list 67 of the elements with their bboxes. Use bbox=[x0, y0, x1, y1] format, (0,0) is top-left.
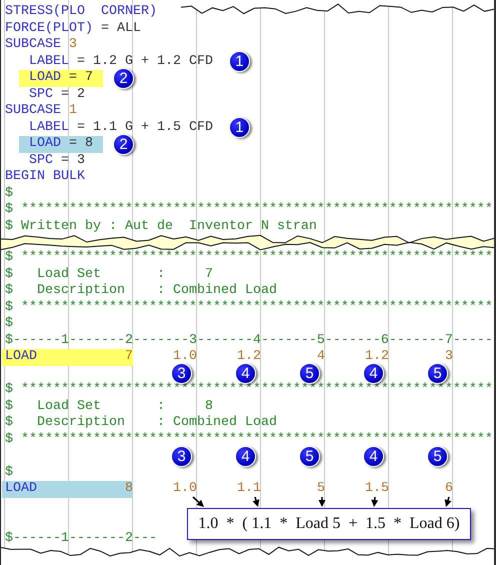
code-text: LABEL bbox=[29, 54, 69, 70]
code-text: SUBCASE bbox=[5, 103, 61, 120]
field-value: 1.2 bbox=[364, 349, 389, 366]
code-text: $ *********************************************************** bbox=[5, 202, 493, 218]
code-text: $ *********************************************************** bbox=[5, 250, 493, 266]
field-value: 8 bbox=[69, 481, 133, 498]
number-badge: 5 bbox=[299, 446, 320, 467]
number-badge: 4 bbox=[363, 446, 384, 467]
number-badge: 4 bbox=[235, 363, 256, 384]
number-badge: 2 bbox=[113, 68, 134, 89]
field-value: 5 bbox=[316, 481, 325, 498]
code-text: $ Load Set : 8 bbox=[5, 398, 213, 415]
code-text: LOAD bbox=[29, 70, 61, 86]
code-text: SPC bbox=[29, 152, 53, 169]
code-text: $ bbox=[5, 186, 13, 202]
code-text: LABEL bbox=[29, 120, 69, 136]
code-text: $ bbox=[5, 316, 13, 332]
code-text: $ Written by : Aut de Inventor N stran bbox=[5, 218, 317, 235]
field-value: 7 bbox=[69, 349, 133, 366]
code-text: = 7 bbox=[68, 70, 93, 86]
code-text: = 1.1 G + 1.5 CFD bbox=[76, 120, 213, 136]
code-text: STRESS(PLO bbox=[5, 4, 85, 20]
code-text: $------1-------2-------3-------4-------5-------6-------7----- bbox=[5, 332, 493, 349]
code-text: SPC bbox=[29, 86, 53, 103]
code-text: = ALL bbox=[100, 20, 141, 37]
leader-arrow bbox=[252, 496, 260, 507]
leader-arrow bbox=[318, 497, 326, 507]
code-text: = 1.2 G + 1.2 CFD bbox=[76, 54, 213, 70]
code-text: $------1-------2--- bbox=[5, 530, 157, 547]
code-text: $ Description : Combined Load bbox=[5, 415, 277, 432]
code-text: = 2 bbox=[60, 86, 85, 103]
code-text: $ Load Set : 7 bbox=[5, 266, 213, 283]
formula-callout: 1.0 * ( 1.1 * Load 5 + 1.5 * Load 6) bbox=[187, 508, 471, 540]
code-text: 3 bbox=[68, 37, 77, 54]
field-value: 1.0 bbox=[172, 349, 197, 366]
number-badge: 4 bbox=[235, 446, 256, 467]
code-text: FORCE(PLOT) bbox=[5, 20, 93, 37]
code-text: SUBCASE bbox=[5, 37, 61, 54]
leader-arrow bbox=[192, 496, 204, 507]
leader-arrow bbox=[444, 496, 452, 507]
leader-arrow bbox=[371, 496, 378, 507]
field-value: LOAD bbox=[2, 349, 69, 366]
code-text: LOAD bbox=[29, 136, 61, 152]
number-badge: 5 bbox=[427, 446, 448, 467]
code-text: $ Description : Combined Load bbox=[5, 283, 277, 300]
number-badge: 2 bbox=[113, 134, 134, 155]
number-badge: 1 bbox=[228, 51, 250, 72]
field-value: 1.5 bbox=[364, 481, 389, 498]
number-badge: 1 bbox=[228, 117, 250, 138]
code-text: $ *********************************************************** bbox=[5, 300, 493, 316]
code-text: $ *********************************************************** bbox=[5, 382, 493, 398]
field-value: 6 bbox=[444, 481, 453, 498]
number-badge: 3 bbox=[171, 446, 192, 467]
code-text: $ *********************************************************** bbox=[5, 432, 493, 448]
number-badge: 3 bbox=[171, 363, 192, 384]
code-text: $ bbox=[5, 464, 13, 481]
code-text: CORNER) bbox=[100, 4, 157, 20]
code-text: BEGIN BULK bbox=[5, 169, 85, 186]
code-text: 1 bbox=[68, 103, 77, 120]
field-value: 1.1 bbox=[236, 481, 261, 498]
field-value: LOAD bbox=[2, 481, 69, 498]
field-value: 1.2 bbox=[236, 349, 261, 366]
field-value: 4 bbox=[316, 349, 325, 366]
field-value: 3 bbox=[444, 349, 453, 366]
code-text: = 3 bbox=[60, 152, 85, 169]
code-text: = 8 bbox=[68, 136, 93, 152]
field-value: 1.0 bbox=[172, 481, 197, 498]
